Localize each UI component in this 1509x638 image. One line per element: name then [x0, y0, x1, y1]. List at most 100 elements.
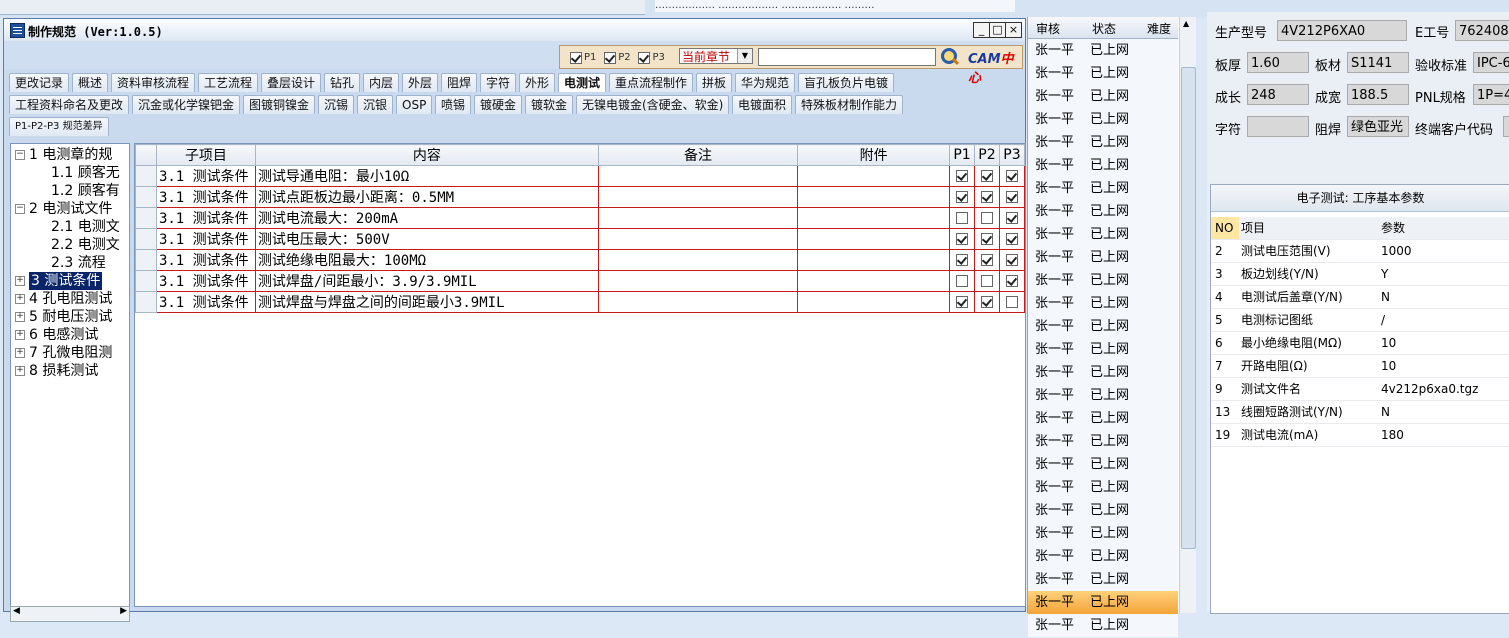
cell-sub[interactable]: 3.1 测试条件 — [155, 228, 256, 250]
cell-note[interactable] — [597, 270, 799, 292]
review-row[interactable]: 张一平 已上网 — [1028, 246, 1178, 270]
col-header-difficulty[interactable]: 难度 — [1147, 20, 1171, 37]
cell-attachment[interactable] — [797, 186, 950, 208]
params-col-param[interactable]: 参数 — [1381, 217, 1405, 239]
cell-content[interactable]: 测试焊盘与焊盘之间的间距最小3.9MIL — [254, 291, 599, 313]
tab-tabs_row1-4[interactable]: 叠层设计 — [261, 73, 322, 92]
cell-sub[interactable]: 3.1 测试条件 — [155, 207, 256, 229]
cell-attachment[interactable] — [797, 291, 950, 313]
solder-mask-field[interactable]: 绿色亚光 — [1347, 116, 1409, 137]
cell-attachment[interactable] — [797, 228, 950, 250]
table-row[interactable]: 3.1 测试条件 测试绝缘电阻最大：100MΩ — [135, 249, 1025, 271]
cell-note[interactable] — [597, 165, 799, 187]
p3-checkbox[interactable] — [638, 51, 651, 64]
review-row[interactable]: 张一平 已上网 — [1028, 200, 1178, 224]
collapse-icon[interactable]: − — [15, 204, 25, 214]
review-row[interactable]: 张一平 已上网 — [1028, 39, 1178, 63]
thickness-field[interactable]: 1.60 — [1247, 52, 1309, 73]
table-row[interactable]: 3.1 测试条件 测试焊盘/间距最小：3.9/3.9MIL — [135, 270, 1025, 292]
tab-tabs_row2-3[interactable]: 沉锡 — [318, 95, 355, 114]
cell-note[interactable] — [597, 291, 799, 313]
customer-code-field[interactable] — [1503, 116, 1509, 137]
expand-icon[interactable]: + — [15, 330, 25, 340]
p3-row-checkbox[interactable] — [1005, 212, 1018, 224]
tab-tabs_row2-7[interactable]: 镀硬金 — [474, 95, 523, 114]
p1-row-checkbox[interactable] — [955, 212, 968, 224]
maximize-button[interactable]: □ — [989, 22, 1006, 38]
col-header-sub[interactable]: 子项目 — [155, 144, 256, 166]
review-row[interactable]: 张一平 已上网 — [1028, 131, 1178, 155]
p3-row-checkbox[interactable] — [1005, 254, 1018, 266]
review-row[interactable]: 张一平 已上网 — [1028, 545, 1178, 569]
review-row[interactable]: 张一平 已上网 — [1028, 614, 1178, 638]
chevron-down-icon[interactable]: ▼ — [737, 49, 752, 63]
review-row[interactable]: 张一平 已上网 — [1028, 407, 1178, 431]
col-header-p1[interactable]: P1 — [949, 144, 975, 166]
tab-tabs_row2-1[interactable]: 沉金或化学镍钯金 — [132, 95, 241, 114]
p3-row-checkbox[interactable] — [1005, 275, 1018, 287]
p1-row-checkbox[interactable] — [955, 254, 968, 266]
p3-row-checkbox[interactable] — [1005, 296, 1018, 308]
param-row[interactable]: 5 电测标记图纸 / — [1211, 309, 1509, 332]
expand-icon[interactable]: + — [15, 312, 25, 322]
param-row[interactable]: 9 测试文件名 4v212p6xa0.tgz — [1211, 378, 1509, 401]
col-header-note[interactable]: 备注 — [597, 144, 799, 166]
tab-tabs_row1-11[interactable]: 电测试 — [558, 73, 607, 92]
tab-tabs_row2-4[interactable]: 沉银 — [357, 95, 394, 114]
chapter-select[interactable]: 当前章节 ▼ — [679, 48, 753, 64]
cell-sub[interactable]: 3.1 测试条件 — [155, 165, 256, 187]
grid-corner[interactable] — [135, 144, 157, 166]
p2-row-checkbox[interactable] — [980, 170, 993, 182]
p3-row-checkbox[interactable] — [1005, 170, 1018, 182]
cell-note[interactable] — [597, 207, 799, 229]
e-no-field[interactable]: 762408 — [1455, 20, 1509, 41]
cell-sub[interactable]: 3.1 测试条件 — [155, 270, 256, 292]
tab-tabs_row2-11[interactable]: 特殊板材制作能力 — [795, 95, 904, 114]
character-field[interactable] — [1247, 116, 1309, 137]
review-row[interactable]: 张一平 已上网 — [1028, 591, 1178, 615]
review-row[interactable]: 张一平 已上网 — [1028, 154, 1178, 178]
p1-row-checkbox[interactable] — [955, 233, 968, 245]
review-row[interactable]: 张一平 已上网 — [1028, 384, 1178, 408]
tab-tabs_row1-15[interactable]: 盲孔板负片电镀 — [798, 73, 895, 92]
review-row[interactable]: 张一平 已上网 — [1028, 223, 1178, 247]
p1-row-checkbox[interactable] — [955, 296, 968, 308]
cell-sub[interactable]: 3.1 测试条件 — [155, 291, 256, 313]
cell-content[interactable]: 测试电流最大：200mA — [254, 207, 599, 229]
table-row[interactable]: 3.1 测试条件 测试导通电阻：最小10Ω — [135, 165, 1025, 187]
table-row[interactable]: 3.1 测试条件 测试点距板边最小距离：0.5MM — [135, 186, 1025, 208]
review-row[interactable]: 张一平 已上网 — [1028, 62, 1178, 86]
tab-tabs_row1-7[interactable]: 外层 — [402, 73, 439, 92]
tab-tabs_row2-0[interactable]: 工程资料命名及更改 — [9, 95, 130, 114]
search-button[interactable] — [938, 46, 960, 68]
review-row[interactable]: 张一平 已上网 — [1028, 430, 1178, 454]
minimize-button[interactable]: _ — [973, 22, 990, 38]
window-titlebar[interactable]: 制作规范 (Ver:1.0.5) _ □ × — [4, 19, 1025, 42]
cell-attachment[interactable] — [797, 249, 950, 271]
cell-attachment[interactable] — [797, 270, 950, 292]
tab-tabs_row1-14[interactable]: 华为规范 — [735, 73, 796, 92]
col-header-status[interactable]: 状态 — [1092, 20, 1116, 37]
col-header-content[interactable]: 内容 — [254, 144, 599, 166]
review-row[interactable]: 张一平 已上网 — [1028, 453, 1178, 477]
model-field[interactable]: 4V212P6XA0 — [1277, 20, 1407, 41]
length-field[interactable]: 248 — [1247, 84, 1309, 105]
p2-row-checkbox[interactable] — [980, 191, 993, 203]
tab-tabs_row1-6[interactable]: 内层 — [363, 73, 400, 92]
tab-tabs_row1-0[interactable]: 更改记录 — [9, 73, 70, 92]
review-row[interactable]: 张一平 已上网 — [1028, 361, 1178, 385]
review-row[interactable]: 张一平 已上网 — [1028, 292, 1178, 316]
param-row[interactable]: 3 板边划线(Y/N) Y — [1211, 263, 1509, 286]
tab-tabs_row2-10[interactable]: 电镀面积 — [732, 95, 793, 114]
cell-content[interactable]: 测试绝缘电阻最大：100MΩ — [254, 249, 599, 271]
cell-content[interactable]: 测试电压最大：500V — [254, 228, 599, 250]
p1-checkbox[interactable] — [570, 51, 582, 64]
tab-tabs_row1-9[interactable]: 字符 — [480, 73, 517, 92]
col-header-p3[interactable]: P3 — [998, 144, 1025, 166]
param-row[interactable]: 13 线圈短路测试(Y/N) N — [1211, 401, 1509, 424]
review-row[interactable]: 张一平 已上网 — [1028, 177, 1178, 201]
width-field[interactable]: 188.5 — [1347, 84, 1409, 105]
p1-row-checkbox[interactable] — [955, 170, 968, 182]
param-row[interactable]: 6 最小绝缘电阻(MΩ) 10 — [1211, 332, 1509, 355]
review-row[interactable]: 张一平 已上网 — [1028, 108, 1178, 132]
